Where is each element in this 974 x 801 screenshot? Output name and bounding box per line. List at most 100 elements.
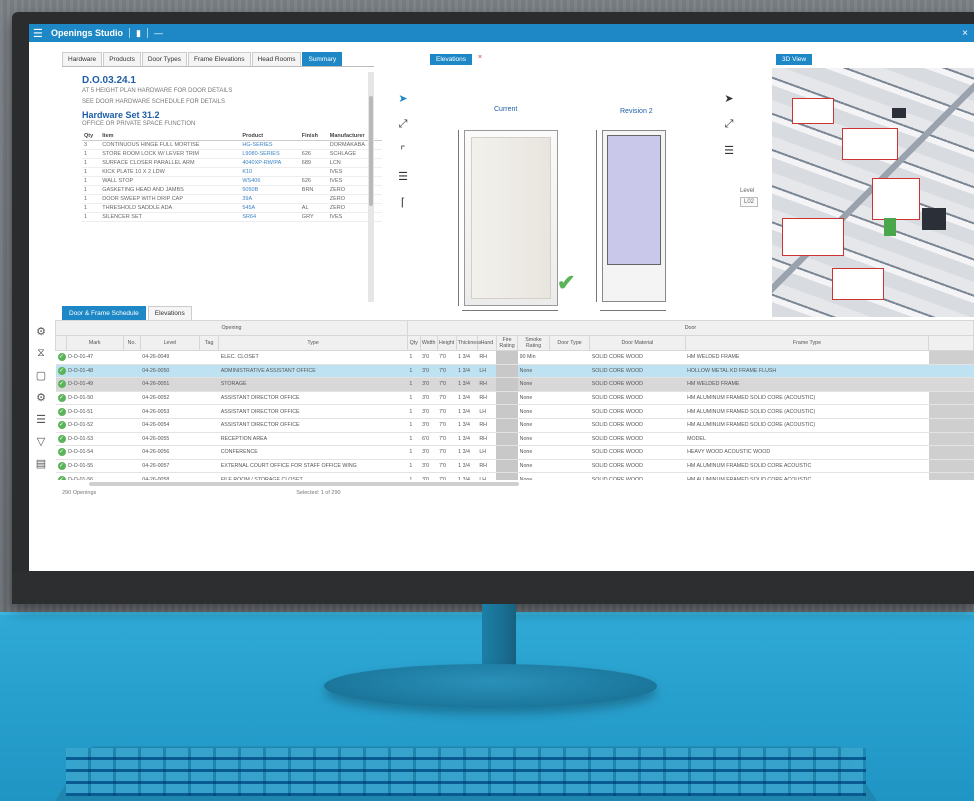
grid-cell[interactable] (123, 418, 141, 433)
compass-icon[interactable]: ⌈ (392, 192, 414, 212)
tab-door-frame-schedule[interactable]: Door & Frame Schedule (62, 306, 146, 321)
grid-cell-mark[interactable]: D-O-01-47 (66, 350, 124, 365)
hardware-cell-product[interactable]: L9080-SERIES (240, 149, 300, 159)
grid-cell-type[interactable]: SOLID CORE WOOD (589, 377, 686, 392)
grid-cell-mat[interactable]: HM ALUMINUM FRAMED SOLID CORE (ACOUSTIC) (685, 404, 929, 419)
grid-cell[interactable] (496, 472, 518, 480)
grid-cell[interactable] (199, 432, 219, 447)
tab-frame-elevations[interactable]: Frame Elevations (187, 52, 251, 66)
grid-column-header[interactable]: No. (122, 335, 141, 351)
grid-cell-t[interactable]: 1 3/4 (456, 472, 478, 480)
grid-cell-t[interactable]: 1 3/4 (456, 432, 478, 447)
hardware-row[interactable]: 1 KICK PLATE 10 X 2 LDW K10 IVES (82, 167, 382, 177)
grid-cell-mark[interactable]: D-O-01-51 (66, 404, 124, 419)
grid-cell-smoke[interactable] (549, 404, 590, 419)
grid-cell-h[interactable]: 7'0 (437, 459, 457, 474)
hardware-cell-product[interactable]: 4040XP-RW/PA (240, 158, 300, 168)
document-icon[interactable]: ▮ (136, 28, 141, 39)
grid-cell-mark[interactable]: D-O-01-48 (66, 364, 124, 379)
grid-cell-type[interactable]: SOLID CORE WOOD (589, 459, 686, 474)
grid-cell-no[interactable]: 04-26-0050 (140, 364, 200, 379)
hardware-cell-product[interactable]: 5050B (240, 185, 300, 195)
grid-column-header[interactable]: Frame Type (684, 335, 930, 351)
close-icon[interactable]: × (962, 28, 968, 39)
grid-cell-fire[interactable]: None (517, 364, 550, 379)
grid-cell-mark[interactable]: D-O-01-56 (66, 472, 124, 480)
hardware-cell-product[interactable]: K10 (240, 167, 300, 177)
grid-cell-t[interactable]: 1 3/4 (456, 445, 478, 460)
table-row[interactable]: ✓ D-O-01-54 04-26-0056 CONFERENCE 1 3'0 7'0 1 3… (55, 445, 974, 460)
grid-cell[interactable] (123, 472, 141, 480)
hardware-row[interactable]: 1 DOOR SWEEP WITH DRIP CAP 39A ZERO (82, 194, 382, 204)
grid-cell[interactable] (199, 377, 219, 392)
grid-cell[interactable] (928, 350, 974, 365)
hardware-column-header[interactable]: Product (240, 132, 300, 141)
grid-cell-no[interactable]: 04-26-0056 (140, 445, 200, 460)
list-icon[interactable]: ☰ (392, 166, 414, 186)
measure-icon[interactable]: ⌜ (392, 140, 414, 160)
grid-cell-hand[interactable]: RH (477, 432, 497, 447)
grid-cell-w[interactable]: 3'0 (420, 377, 438, 392)
grid-cell-smoke[interactable] (549, 350, 590, 365)
grid-cell-w[interactable]: 6'0 (420, 432, 438, 447)
model-3d-viewport[interactable] (772, 68, 974, 317)
grid-cell[interactable] (928, 445, 974, 460)
grid-cell-smoke[interactable] (549, 418, 590, 433)
hardware-column-header[interactable]: Qty (82, 132, 101, 141)
grid-cell[interactable] (123, 377, 141, 392)
grid-cell[interactable] (496, 459, 518, 474)
grid-cell-desc[interactable]: EXTERNAL COURT OFFICE FOR STAFF OFFICE W… (218, 459, 408, 474)
grid-cell-desc[interactable]: CONFERENCE (218, 445, 408, 460)
grid-cell-mark[interactable]: D-O-01-53 (66, 432, 124, 447)
tab-head-rooms[interactable]: Head Rooms (251, 52, 302, 66)
scrollbar-thumb[interactable] (369, 96, 373, 206)
grid-cell-h[interactable]: 7'0 (437, 377, 457, 392)
hardware-row[interactable]: 1 GASKETING HEAD AND JAMBS 5050B BRN ZERO (82, 185, 382, 195)
hardware-cell-product[interactable]: WS406 (240, 176, 300, 186)
grid-cell-fire[interactable]: None (517, 472, 550, 480)
zoom-extents-icon[interactable]: ⤢ (718, 114, 740, 134)
grid-cell-h[interactable]: 7'0 (437, 472, 457, 480)
grid-cell-w[interactable]: 3'0 (420, 418, 438, 433)
pointer-icon[interactable]: ➤ (392, 88, 414, 108)
grid-cell-hand[interactable]: RH (477, 350, 497, 365)
list-icon[interactable]: ☰ (29, 408, 53, 430)
grid-cell-no[interactable]: 04-26-0051 (140, 377, 200, 392)
grid-cell-mark[interactable]: D-O-01-52 (66, 418, 124, 433)
grid-cell[interactable] (928, 459, 974, 474)
table-row[interactable]: ✓ D-O-01-47 04-26-0049 ELEC. CLOSET 1 3'0 7'0 1… (55, 350, 974, 365)
hardware-column-header[interactable]: Finish (299, 132, 328, 141)
grid-cell[interactable] (123, 445, 141, 460)
grid-cell-w[interactable]: 3'0 (420, 472, 438, 480)
grid-cell-mat[interactable]: HM ALUMINUM FRAMED SOLID CORE ACOUSTIC (685, 459, 929, 474)
titlebar-tab[interactable]: — (154, 28, 163, 38)
grid-cell-qty[interactable]: 1 (407, 459, 421, 474)
grid-cell-type[interactable]: SOLID CORE WOOD (589, 472, 686, 480)
grid-cell-w[interactable]: 3'0 (420, 350, 438, 365)
grid-column-header[interactable]: Door Material (589, 335, 686, 351)
grid-column-header[interactable]: Smoke Rating (517, 335, 550, 351)
folder-icon[interactable]: ▢ (29, 364, 53, 386)
grid-cell[interactable] (199, 459, 219, 474)
grid-cell-t[interactable]: 1 3/4 (456, 377, 478, 392)
grid-cell-smoke[interactable] (549, 432, 590, 447)
grid-cell-mat[interactable]: HM WELDED FRAME (685, 377, 929, 392)
grid-cell-qty[interactable]: 1 (407, 472, 421, 480)
door-elevation-current[interactable] (464, 130, 558, 306)
table-row[interactable]: ✓ D-O-01-56 04-26-0058 FILE ROOM / STORAGE … (55, 472, 974, 480)
grid-cell[interactable] (123, 391, 141, 406)
grid-cell-smoke[interactable] (549, 459, 590, 474)
grid-cell-fire[interactable]: None (517, 445, 550, 460)
grid-cell-desc[interactable]: RECEPTION AREA (218, 432, 408, 447)
grid-cell-h[interactable]: 7'0 (437, 364, 457, 379)
grid-cell-smoke[interactable] (549, 364, 590, 379)
table-row[interactable]: ✓ D-O-01-51 04-26-0053 ASSISTANT DIRECTOR O… (55, 404, 974, 419)
grid-cell-hand[interactable]: RH (477, 459, 497, 474)
grid-cell-no[interactable]: 04-26-0053 (140, 404, 200, 419)
grid-cell-t[interactable]: 1 3/4 (456, 459, 478, 474)
grid-cell[interactable] (496, 445, 518, 460)
tab-products[interactable]: Products (103, 52, 141, 66)
grid-cell-mat[interactable]: HEAVY WOOD ACOUSTIC WOOD (685, 445, 929, 460)
grid-cell-qty[interactable]: 1 (407, 391, 421, 406)
grid-cell-no[interactable]: 04-26-0049 (140, 350, 200, 365)
